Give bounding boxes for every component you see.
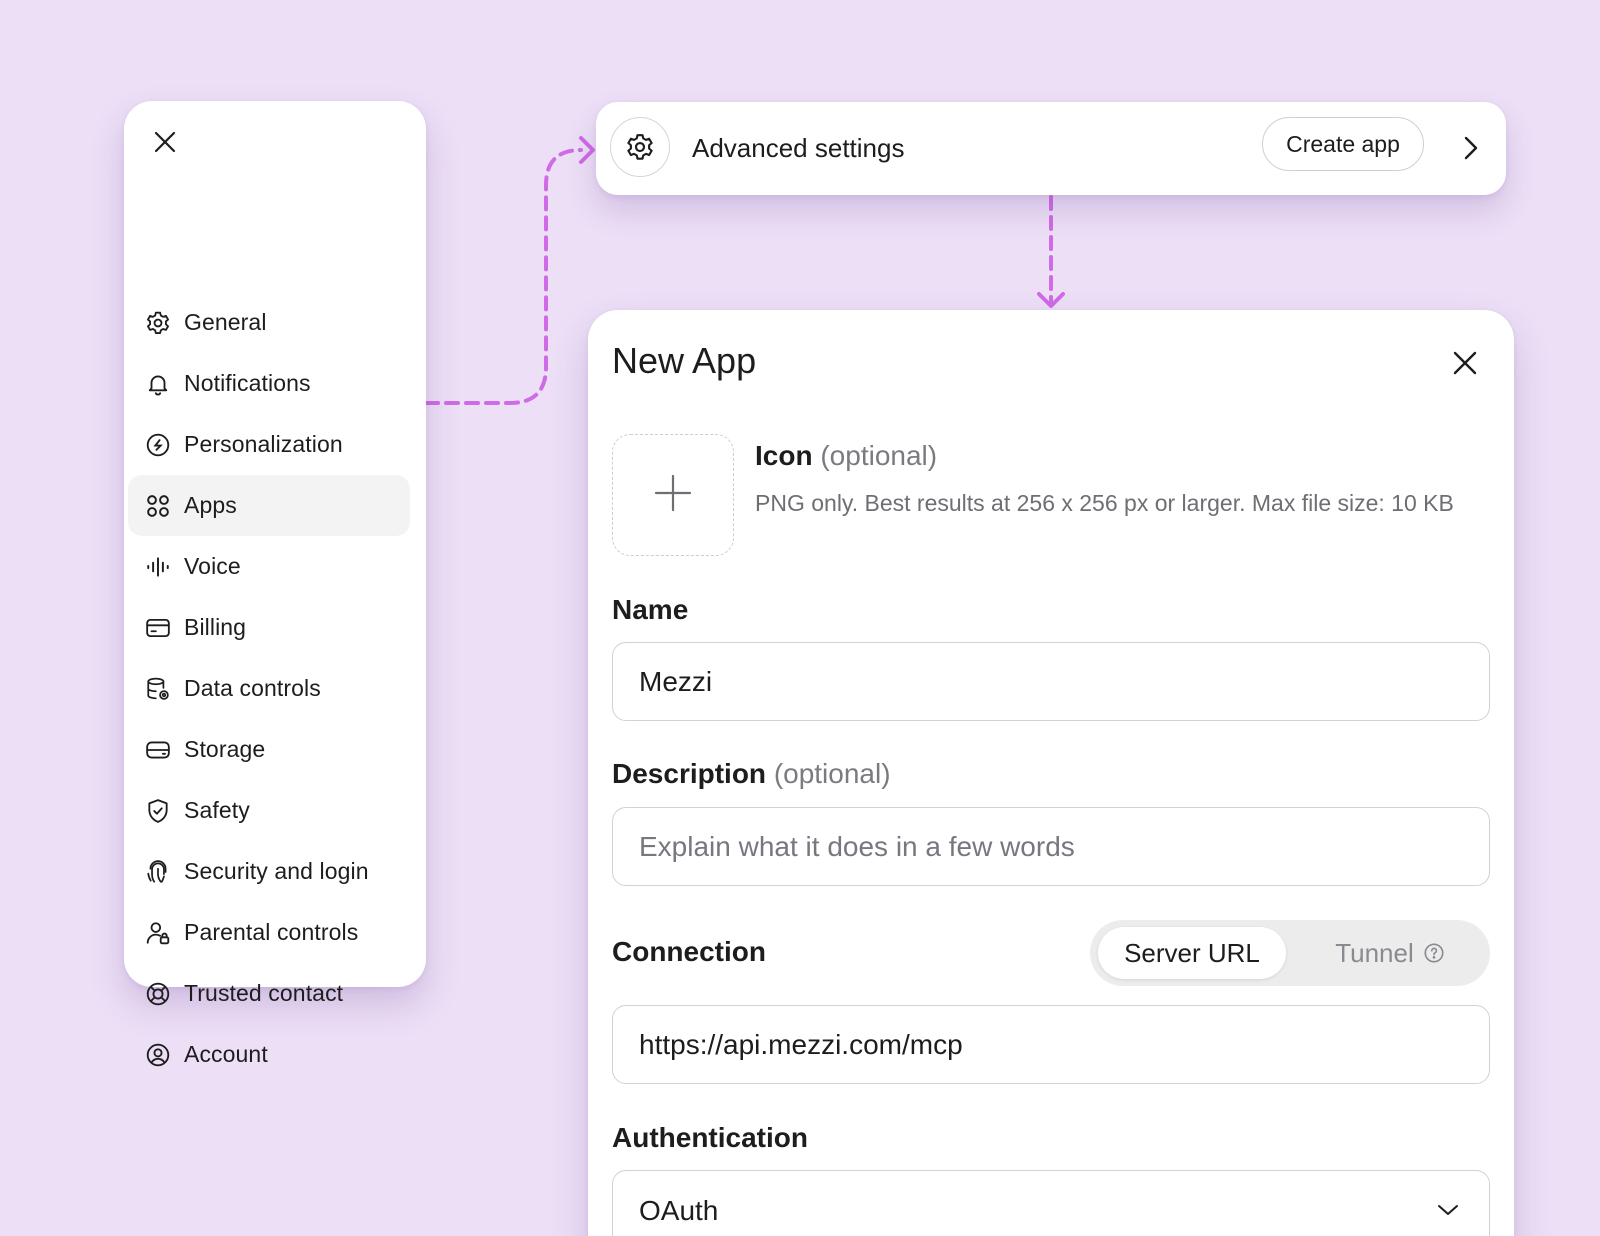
- create-app-button[interactable]: Create app: [1262, 117, 1424, 171]
- connector-apps-to-settings: [424, 148, 583, 405]
- info-icon[interactable]: [1423, 942, 1445, 964]
- sidebar-item-label: General: [184, 309, 267, 335]
- connector-arrowhead-dialog: [1037, 292, 1065, 308]
- name-label: Name: [612, 594, 689, 625]
- user-circle-icon: [144, 1041, 172, 1069]
- authentication-select[interactable]: OAuth: [612, 1170, 1490, 1236]
- tunnel-option[interactable]: Tunnel: [1298, 927, 1482, 979]
- sidebar-item-storage[interactable]: Storage: [128, 719, 410, 780]
- sidebar-item-trusted-contact[interactable]: Trusted contact: [128, 963, 410, 1024]
- shield-check-icon: [144, 797, 172, 825]
- sidebar-item-notifications[interactable]: Notifications: [128, 353, 410, 414]
- advanced-settings-bar: Advanced settings Create app: [596, 102, 1506, 195]
- server-url-option[interactable]: Server URL: [1098, 927, 1286, 979]
- sidebar-item-label: Safety: [184, 797, 250, 823]
- server-url-label: Server URL: [1124, 937, 1260, 968]
- sidebar-item-label: Personalization: [184, 431, 343, 457]
- sidebar-item-label: Trusted contact: [184, 980, 344, 1006]
- description-input[interactable]: [612, 807, 1490, 886]
- tunnel-label: Tunnel: [1335, 937, 1414, 968]
- user-lock-icon: [144, 919, 172, 947]
- sidebar-item-label: Parental controls: [184, 919, 359, 945]
- description-field-label: Description (optional): [612, 758, 891, 790]
- apps-grid-icon: [144, 492, 172, 520]
- optional-hint: (optional): [773, 758, 891, 789]
- authentication-value: OAuth: [639, 1195, 719, 1226]
- sidebar-item-account[interactable]: Account: [128, 1024, 410, 1085]
- authentication-label: Authentication: [612, 1122, 808, 1153]
- sidebar-item-personalization[interactable]: Personalization: [128, 414, 410, 475]
- sidebar-item-label: Storage: [184, 736, 266, 762]
- sidebar-item-billing[interactable]: Billing: [128, 597, 410, 658]
- gear-icon: [610, 117, 670, 177]
- credit-card-icon: [144, 614, 172, 642]
- voice-wave-icon: [144, 553, 172, 581]
- sidebar-item-label: Voice: [184, 553, 241, 579]
- sidebar-item-label: Account: [184, 1041, 268, 1067]
- sidebar-item-label: Apps: [184, 492, 237, 518]
- chevron-right-icon[interactable]: [1456, 130, 1486, 166]
- dialog-title: New App: [612, 340, 757, 381]
- connector-arrowhead-settings: [579, 136, 595, 164]
- name-input[interactable]: [612, 642, 1490, 721]
- plus-icon: [653, 473, 693, 518]
- advanced-settings-title: Advanced settings: [692, 133, 905, 163]
- close-icon[interactable]: [148, 125, 182, 159]
- connection-label: Connection: [612, 936, 766, 967]
- optional-hint: (optional): [820, 440, 938, 471]
- icon-upload-dropzone[interactable]: [612, 434, 734, 556]
- gear-icon: [144, 309, 172, 337]
- chevron-down-icon: [1435, 1197, 1461, 1223]
- sidebar-item-label: Security and login: [184, 858, 369, 884]
- sidebar-item-label: Data controls: [184, 675, 321, 701]
- sidebar-item-label: Billing: [184, 614, 247, 640]
- icon-field-label: Icon (optional): [755, 440, 937, 472]
- lifebuoy-icon: [144, 980, 172, 1008]
- settings-sidebar: General Notifications Personalization Ap…: [124, 101, 426, 1067]
- sidebar-item-general[interactable]: General: [128, 292, 410, 353]
- sidebar-item-apps[interactable]: Apps: [128, 475, 410, 536]
- new-app-dialog: New App Icon (optional) PNG only. Best r…: [588, 310, 1514, 1236]
- connection-toggle: Server URL Tunnel: [1090, 920, 1490, 986]
- description-label: Description: [612, 758, 767, 789]
- database-gear-icon: [144, 675, 172, 703]
- personalization-icon: [144, 431, 172, 459]
- close-icon[interactable]: [1448, 346, 1482, 380]
- sidebar-nav: General Notifications Personalization Ap…: [128, 292, 410, 1085]
- fingerprint-icon: [144, 858, 172, 886]
- sidebar-item-voice[interactable]: Voice: [128, 536, 410, 597]
- sidebar-item-label: Notifications: [184, 370, 311, 396]
- sidebar-item-parental-controls[interactable]: Parental controls: [128, 902, 410, 963]
- sidebar-item-data-controls[interactable]: Data controls: [128, 658, 410, 719]
- icon-help-text: PNG only. Best results at 256 x 256 px o…: [755, 490, 1454, 516]
- server-url-input[interactable]: [612, 1005, 1490, 1084]
- icon-label: Icon: [755, 440, 813, 471]
- sidebar-item-security-login[interactable]: Security and login: [128, 841, 410, 902]
- bell-icon: [144, 370, 172, 398]
- sidebar-item-safety[interactable]: Safety: [128, 780, 410, 841]
- storage-drive-icon: [144, 736, 172, 764]
